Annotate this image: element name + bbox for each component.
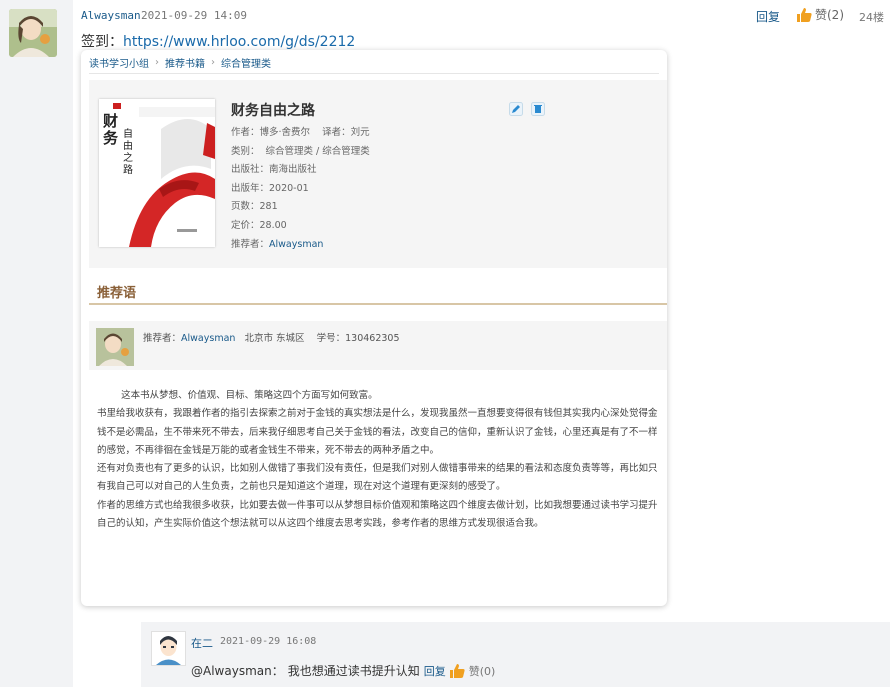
book-recommender-prefix: 推荐者： xyxy=(231,238,270,250)
reply-item: 在二 2021-09-29 16:08 @Alwaysman： 我也想通过读书提升… xyxy=(141,622,890,687)
thumbs-up-icon[interactable] xyxy=(449,663,465,678)
book-price-line: 定价：28.00 xyxy=(231,219,287,231)
book-cover[interactable]: 财务 自由之路 xyxy=(99,99,215,247)
like-button[interactable]: 赞(2) xyxy=(797,6,844,23)
book-year-line: 出版年：2020-01 xyxy=(231,182,309,194)
recommender-prefix: 推荐者： xyxy=(143,333,182,344)
book-category-line: 类别： 综合管理类 / 综合管理类 xyxy=(231,145,370,157)
recommender-link[interactable]: Alwaysman xyxy=(181,333,235,344)
breadcrumb: 读书学习小组 › 推荐书籍 › 综合管理类 xyxy=(89,55,271,70)
breadcrumb-separator: › xyxy=(211,57,215,68)
avatar[interactable] xyxy=(96,328,134,366)
book-pages-line: 页数：281 xyxy=(231,201,278,213)
divider xyxy=(89,73,659,74)
book-card: 读书学习小组 › 推荐书籍 › 综合管理类 财务 自由之路 财务自由之路 作者：… xyxy=(81,50,667,606)
reply-text: 我也想通过读书提升认知 xyxy=(287,664,420,678)
book-recommender-line: 推荐者：Alwaysman xyxy=(231,236,370,255)
paragraph: 还有对负责也有了更多的认识，比如别人做错了事我们没有责任，但是我们对别人做错事带… xyxy=(97,463,658,493)
post-author[interactable]: Alwaysman xyxy=(81,9,141,22)
cover-title: 财务 xyxy=(103,112,119,147)
avatar[interactable] xyxy=(151,631,186,666)
edit-icon[interactable] xyxy=(509,102,523,116)
reply-mention[interactable]: @Alwaysman： xyxy=(191,662,284,679)
paragraph: 作者的思维方式也给我很多收获，比如要去做一件事可以从梦想目标价值观和策略这四个维… xyxy=(97,499,658,530)
floor-number: 24楼 xyxy=(859,11,884,24)
book-title: 财务自由之路 xyxy=(231,103,315,119)
thumbs-up-icon xyxy=(797,7,812,22)
like-count: 赞(0) xyxy=(468,664,496,678)
reply-author[interactable]: 在二 xyxy=(191,635,213,651)
book-info-panel: 财务 自由之路 财务自由之路 作者：博多·舍费尔 译者：刘元 类别： 综合管理类… xyxy=(89,80,667,268)
cover-subtitle: 自由之路 xyxy=(123,129,133,176)
breadcrumb-item[interactable]: 推荐书籍 xyxy=(165,55,205,70)
book-meta: 作者：博多·舍费尔 译者：刘元 类别： 综合管理类 / 综合管理类 出版社：南海… xyxy=(231,124,370,254)
signin-prefix: 签到： xyxy=(81,34,123,50)
paragraph: 这本书从梦想、价值观、目标、策略这四个方面写如何致富。 xyxy=(97,390,378,401)
book-author-line: 作者：博多·舍费尔 译者：刘元 xyxy=(231,127,370,138)
reply-button[interactable]: 回复 xyxy=(424,663,446,679)
left-avatar-column xyxy=(0,0,73,687)
post-header: Alwaysman 2021-09-29 14:09 回复 赞(2) 24楼 xyxy=(81,6,884,26)
breadcrumb-item[interactable]: 综合管理类 xyxy=(221,55,271,70)
recommender-id: 学号：130462305 xyxy=(316,333,400,344)
like-count: 赞(2) xyxy=(815,8,844,22)
post-time: 2021-09-29 14:09 xyxy=(141,9,247,22)
trash-icon[interactable] xyxy=(531,102,545,116)
recommendation-heading: 推荐语 xyxy=(97,286,137,301)
reply-content: @Alwaysman： 我也想通过读书提升认知 回复 赞(0) xyxy=(191,662,495,679)
reply-button[interactable]: 回复 xyxy=(756,8,780,25)
avatar[interactable] xyxy=(9,9,57,57)
recommender-bar: 推荐者：Alwaysman 北京市 东城区 学号：130462305 xyxy=(89,321,667,370)
breadcrumb-separator: › xyxy=(155,57,159,68)
recommender-info: 推荐者：Alwaysman 北京市 东城区 学号：130462305 xyxy=(143,330,400,344)
book-publisher-line: 出版社：南海出版社 xyxy=(231,164,317,176)
book-recommender-link[interactable]: Alwaysman xyxy=(269,239,323,250)
signin-line: 签到：https://www.hrloo.com/g/ds/2212 xyxy=(81,31,355,51)
paragraph: 书里给我收获有，我跟着作者的指引去探索之前对于金钱的真实想法是什么，发现我虽然一… xyxy=(97,408,658,456)
recommendation-text: 这本书从梦想、价值观、目标、策略这四个方面写如何致富。 书里给我收获有，我跟着作… xyxy=(97,387,659,533)
recommender-location: 北京市 东城区 xyxy=(244,333,305,344)
heading-underline xyxy=(89,303,667,305)
breadcrumb-item[interactable]: 读书学习小组 xyxy=(89,55,149,70)
signin-link[interactable]: https://www.hrloo.com/g/ds/2212 xyxy=(123,34,355,50)
reply-time: 2021-09-29 16:08 xyxy=(220,636,317,647)
